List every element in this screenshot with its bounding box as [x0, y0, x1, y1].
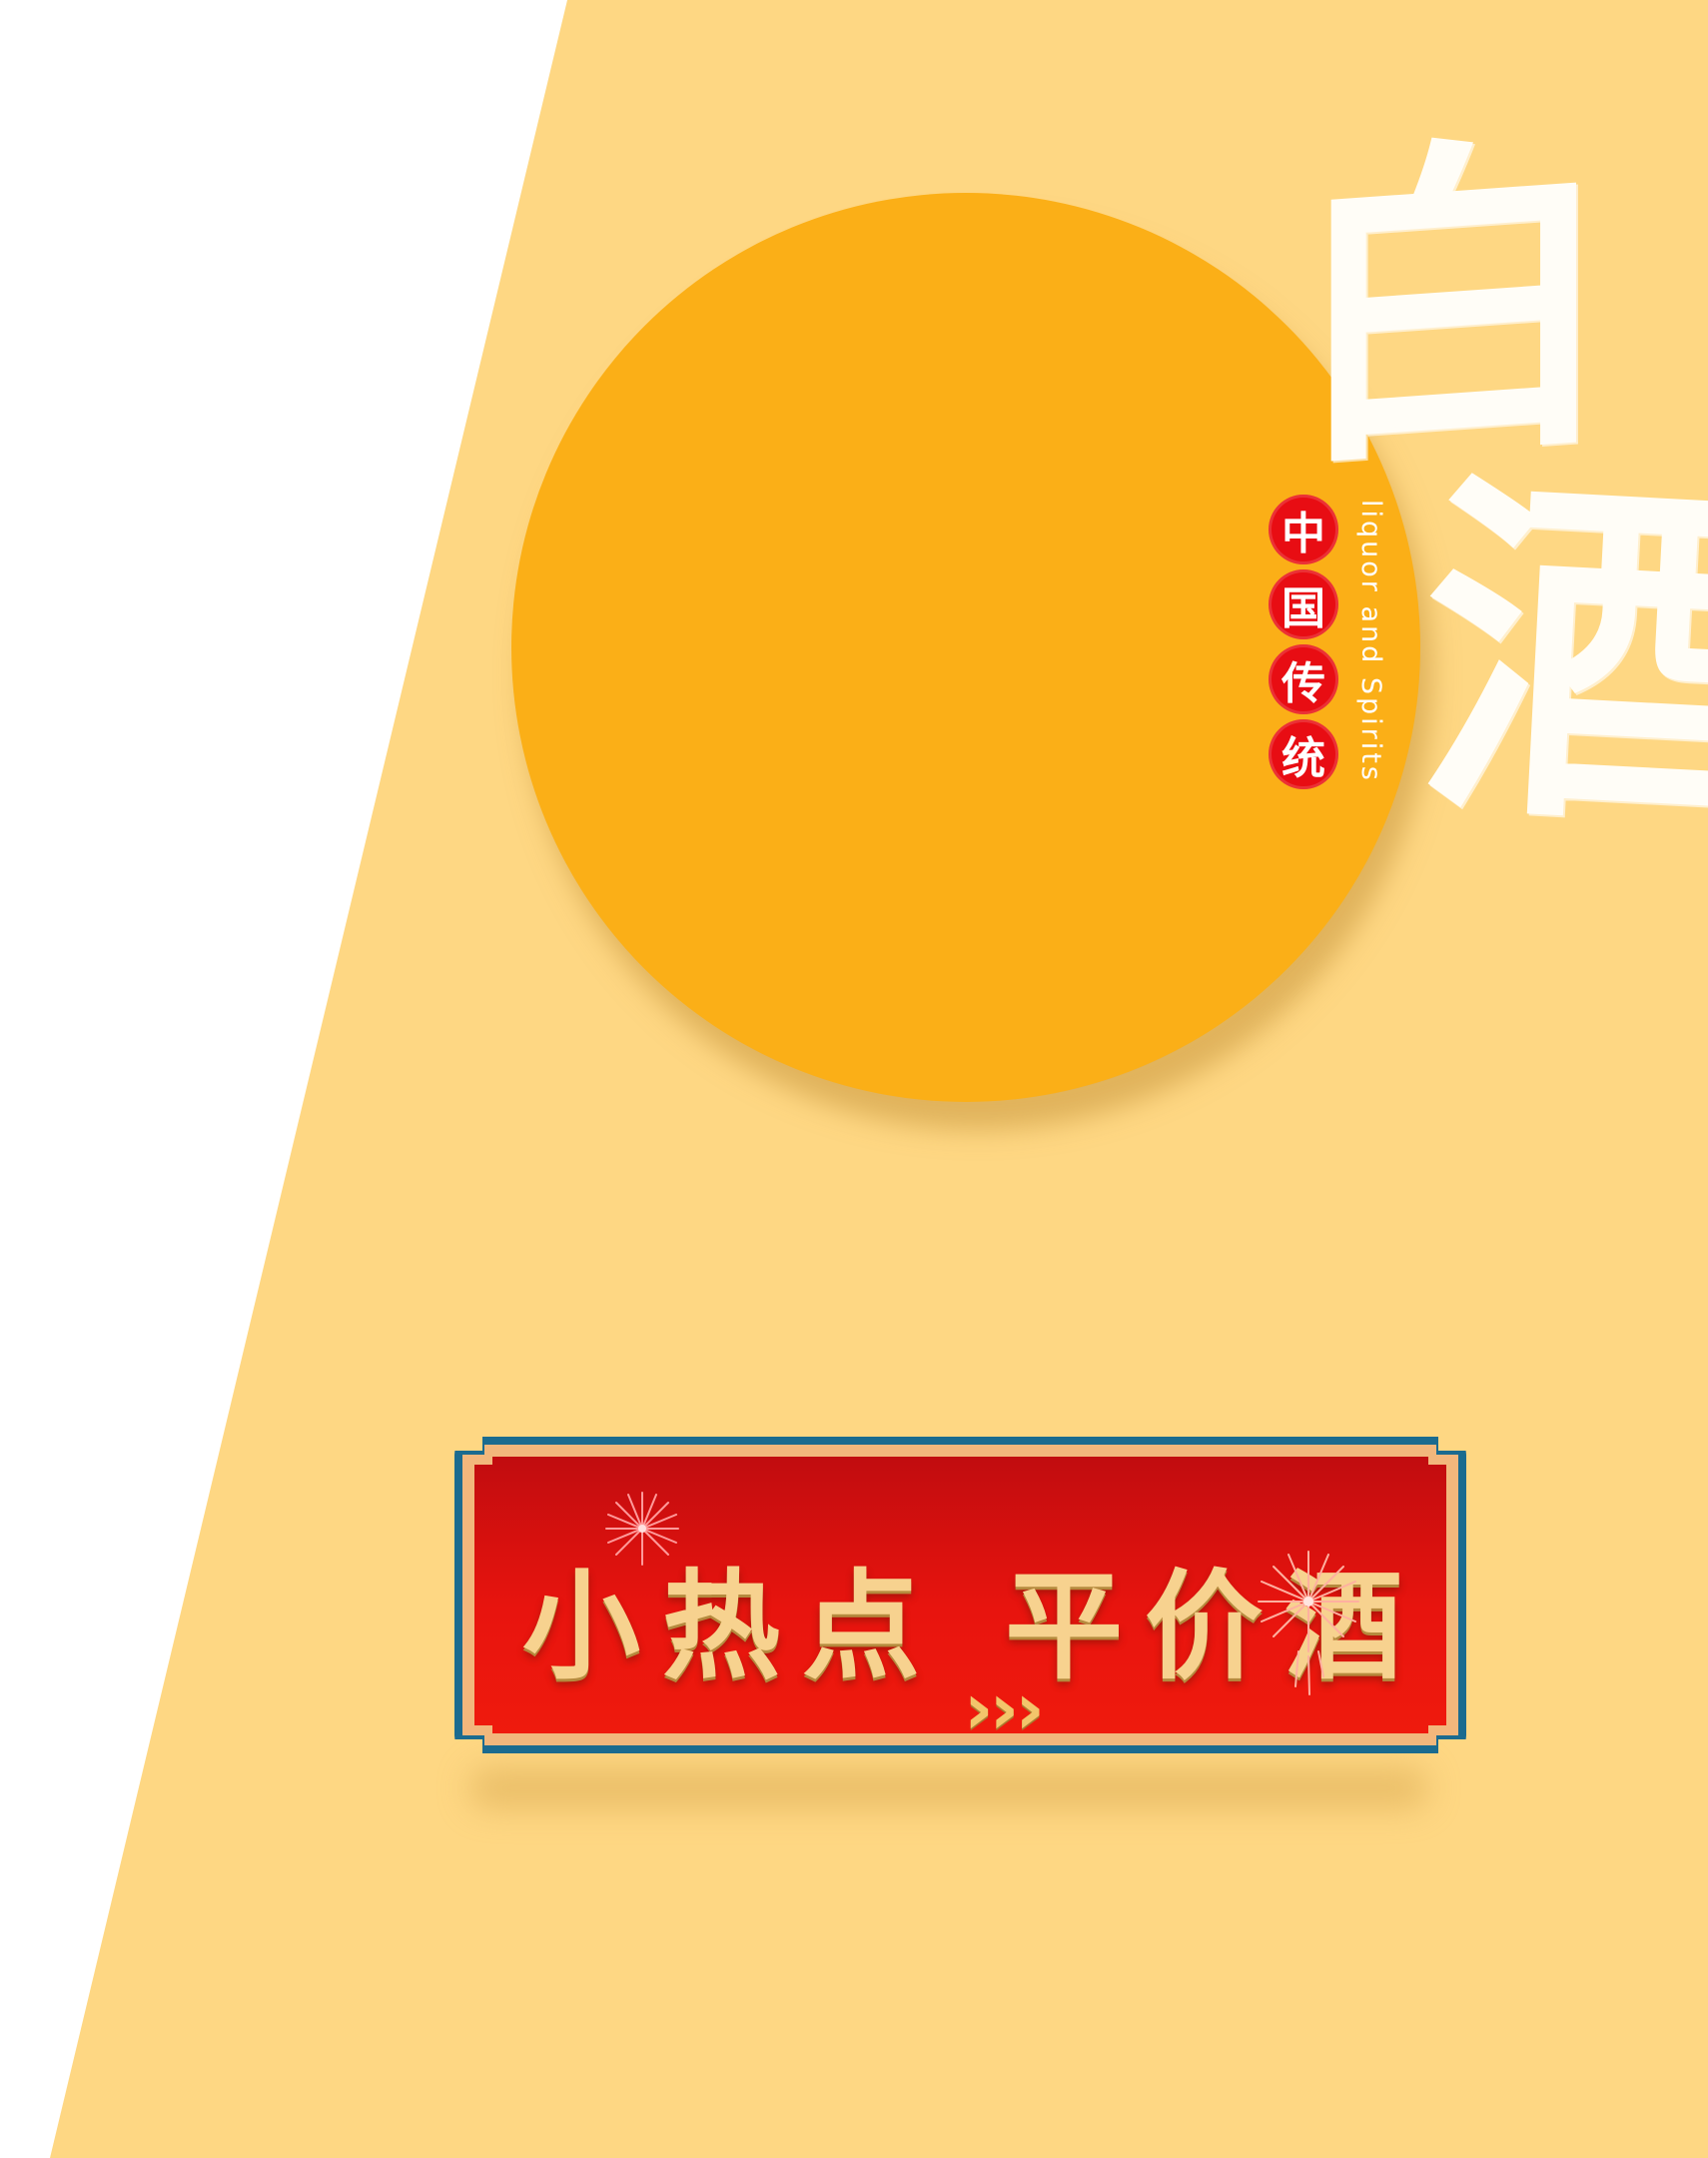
firework-icon — [602, 1489, 682, 1569]
title-calligraphy-bai: 白 — [1288, 99, 1618, 511]
title-calligraphy-jiu: 酒 — [1412, 436, 1708, 878]
promo-banner-button[interactable]: 小热点 平价酒 ››› — [454, 1437, 1466, 1753]
english-tagline: liquor and Spirits — [1355, 500, 1386, 783]
banner-shadow — [469, 1768, 1428, 1808]
badge-column: 中 国 传 统 — [1269, 495, 1340, 794]
banner-gold-border: 小热点 平价酒 ››› — [462, 1445, 1458, 1745]
firework-icon — [1254, 1547, 1363, 1696]
badge-zhong: 中 — [1269, 495, 1338, 564]
badge-chuan: 传 — [1269, 644, 1338, 714]
banner-red-panel: 小热点 平价酒 ››› — [474, 1457, 1446, 1733]
chevron-right-icon: ››› — [964, 1666, 1042, 1750]
badge-guo: 国 — [1269, 569, 1338, 639]
badge-tong: 统 — [1269, 719, 1338, 789]
